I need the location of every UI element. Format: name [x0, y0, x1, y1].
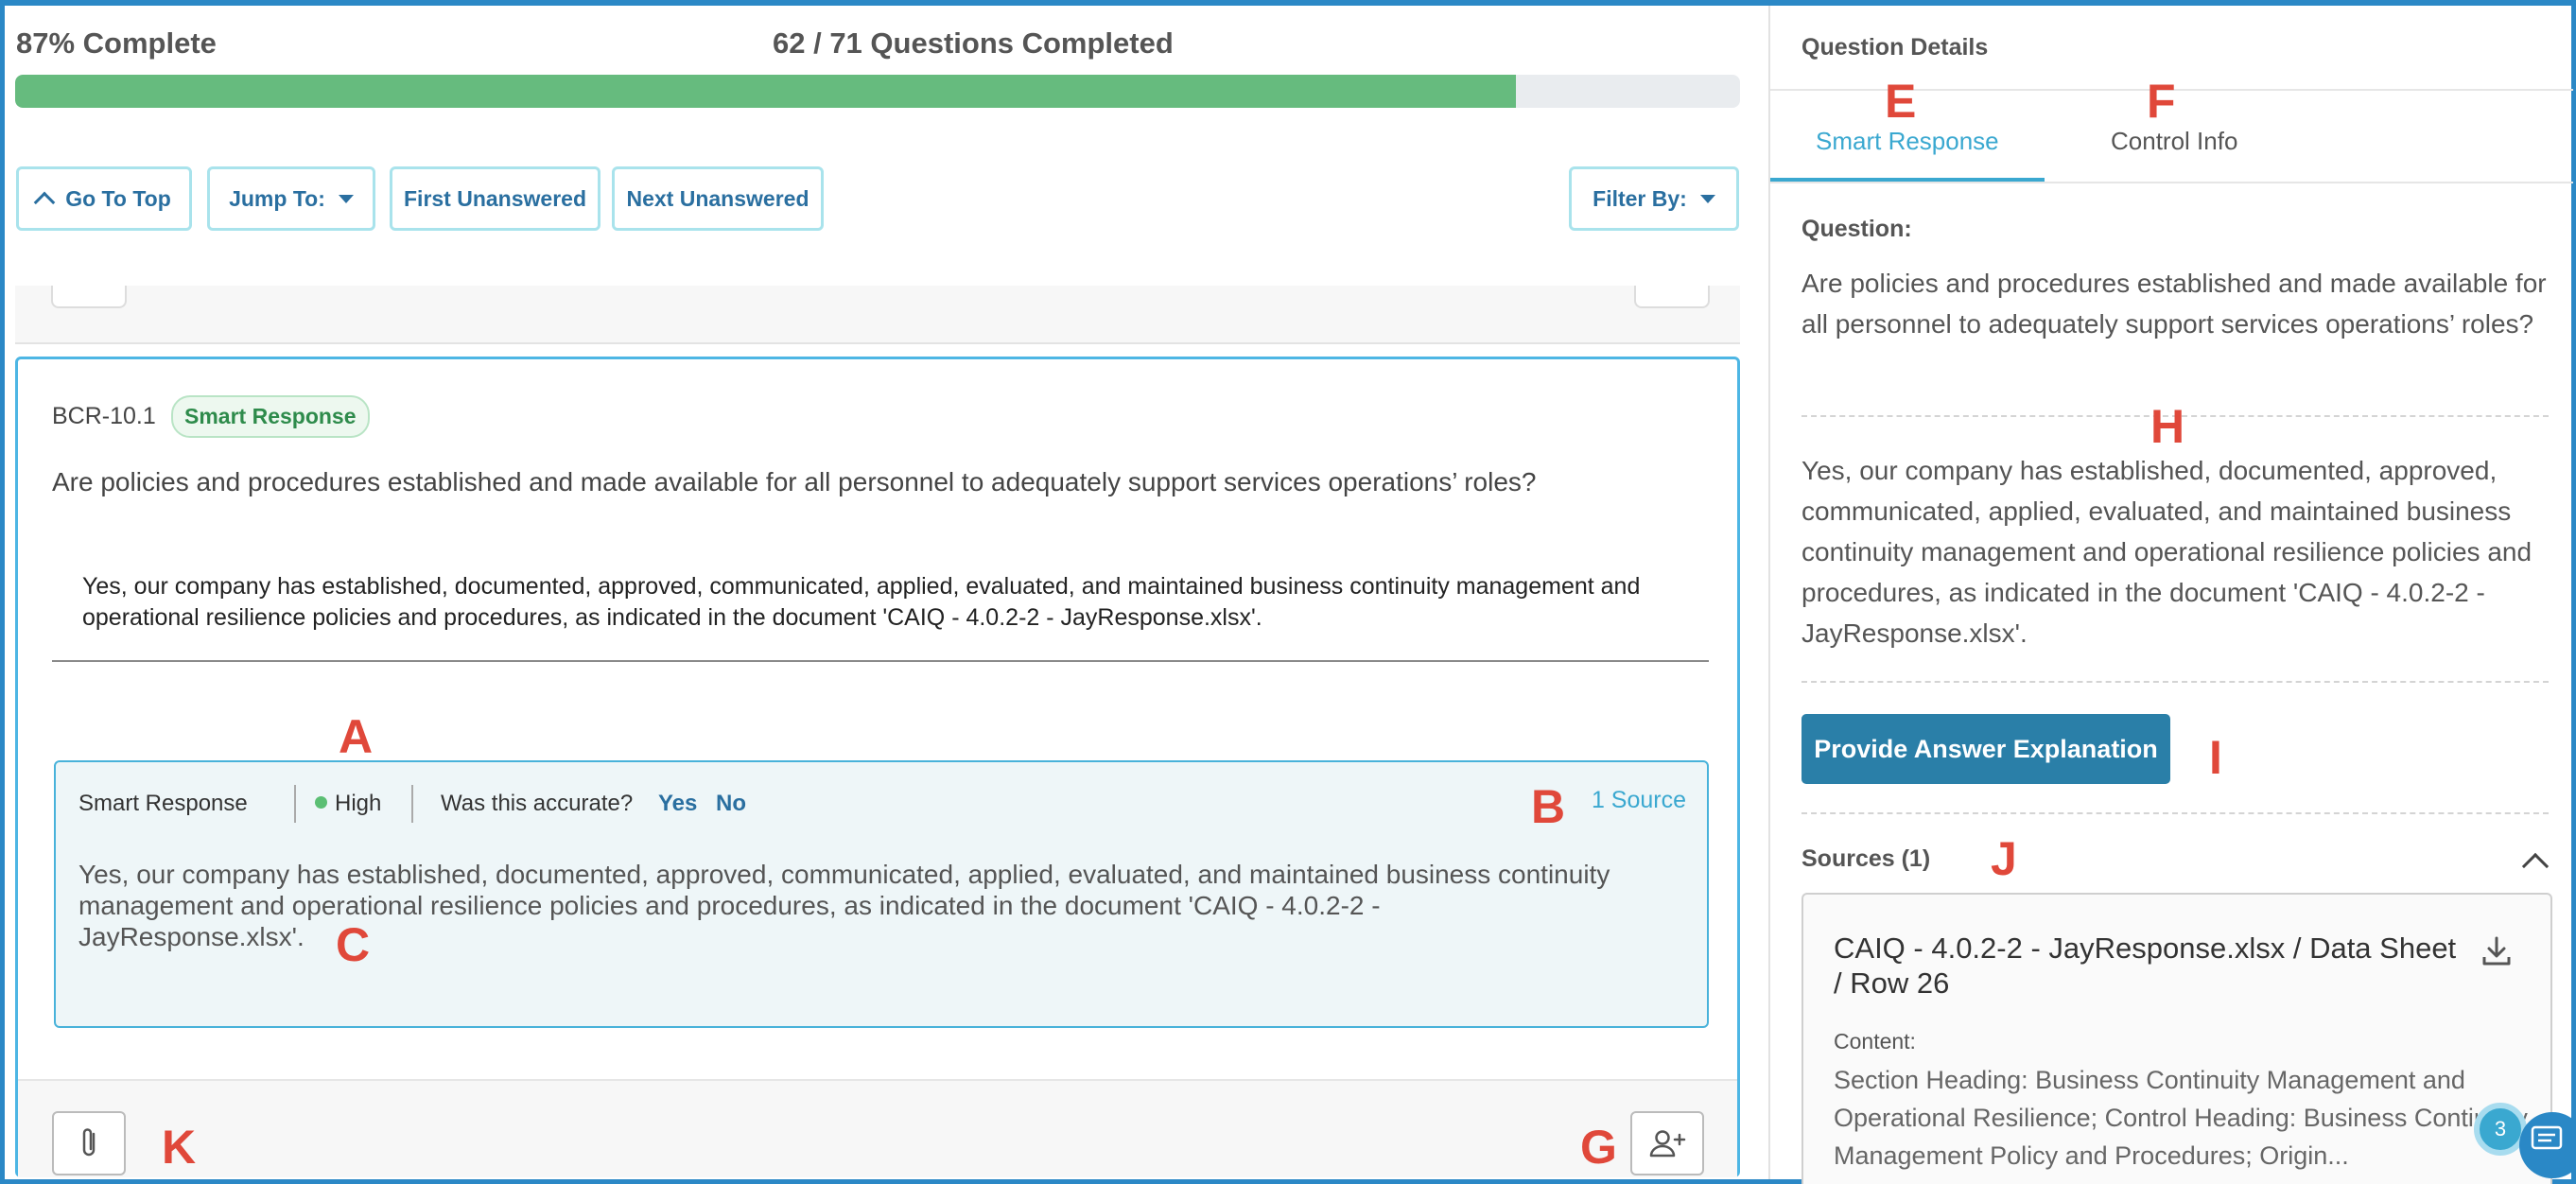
- annotation-i: I: [2209, 731, 2222, 784]
- jump-to-label: Jump To:: [229, 185, 325, 211]
- question-card[interactable]: BCR-10.1 Smart Response Are policies and…: [15, 357, 1740, 1177]
- attach-button[interactable]: [52, 1111, 126, 1175]
- sources-link[interactable]: 1 Source: [1592, 787, 1686, 814]
- next-unanswered-button[interactable]: Next Unanswered: [612, 166, 824, 231]
- previous-card-button[interactable]: [1634, 286, 1710, 308]
- accurate-yes-button[interactable]: Yes: [658, 791, 697, 817]
- question-details-pane: Question Details E F Smart Response Cont…: [1768, 6, 2573, 1184]
- previous-card-button[interactable]: [51, 286, 127, 308]
- details-question-text: Are policies and procedures established …: [1801, 269, 2547, 339]
- first-unanswered-button[interactable]: First Unanswered: [390, 166, 600, 231]
- divider: [1770, 182, 2573, 183]
- first-unanswered-label: First Unanswered: [404, 185, 586, 211]
- confidence-label: High: [335, 791, 382, 816]
- filter-by-label: Filter By:: [1593, 185, 1687, 211]
- question-id: BCR-10.1: [52, 403, 156, 429]
- questionnaire-pane: 87% Complete 62 / 71 Questions Completed…: [5, 6, 1744, 1179]
- content-label: Content:: [1834, 1029, 1916, 1053]
- annotation-c: C: [336, 918, 371, 971]
- percent-complete: 87% Complete: [16, 26, 217, 60]
- question-details-heading: Question Details: [1801, 34, 1989, 61]
- previous-question-card: [15, 286, 1740, 344]
- separator: [294, 785, 296, 823]
- annotation-a: A: [339, 710, 374, 763]
- download-icon[interactable]: [2480, 934, 2514, 968]
- source-title: CAIQ - 4.0.2-2 - JayResponse.xlsx / Data…: [1834, 932, 2457, 1000]
- sources-heading: Sources (1): [1801, 845, 1931, 872]
- card-footer: K G: [18, 1079, 1737, 1177]
- smart-response-label: Smart Response: [78, 791, 248, 816]
- annotation-g: G: [1580, 1121, 1617, 1174]
- annotation-h: H: [2150, 400, 2185, 453]
- next-unanswered-label: Next Unanswered: [626, 185, 809, 211]
- answer-text[interactable]: Yes, our company has established, docume…: [82, 571, 1709, 634]
- collapse-sources-icon[interactable]: [2521, 852, 2550, 880]
- question-text: Are policies and procedures established …: [52, 467, 1537, 496]
- dashed-divider: [1801, 681, 2549, 683]
- annotation-e: E: [1885, 75, 1917, 128]
- progress-bar-fill: [15, 75, 1516, 108]
- source-card: CAIQ - 4.0.2-2 - JayResponse.xlsx / Data…: [1801, 893, 2552, 1184]
- question-label: Question:: [1801, 216, 1912, 242]
- caret-down-icon: [1699, 194, 1715, 203]
- accurate-no-button[interactable]: No: [716, 791, 746, 817]
- paperclip-icon: [82, 1128, 96, 1157]
- tab-smart-response[interactable]: Smart Response: [1816, 127, 1999, 156]
- go-to-top-button[interactable]: Go To Top: [16, 166, 192, 231]
- smart-response-text: Yes, our company has established, docume…: [78, 860, 1610, 951]
- annotation-b: B: [1531, 780, 1566, 833]
- chat-icon: [2531, 1125, 2563, 1150]
- filter-by-dropdown[interactable]: Filter By:: [1569, 166, 1739, 231]
- provide-answer-explanation-button[interactable]: Provide Answer Explanation: [1801, 714, 2170, 784]
- confidence-indicator: High: [315, 791, 381, 817]
- jump-to-dropdown[interactable]: Jump To:: [207, 166, 375, 231]
- assign-user-button[interactable]: [1630, 1111, 1704, 1175]
- add-user-icon: [1649, 1130, 1686, 1158]
- questions-completed: 62 / 71 Questions Completed: [773, 26, 1174, 60]
- go-to-top-label: Go To Top: [65, 185, 171, 211]
- details-answer-text: Yes, our company has established, docume…: [1801, 456, 2532, 648]
- dashed-divider: [1801, 812, 2549, 814]
- accuracy-prompt: Was this accurate?: [441, 791, 634, 816]
- smart-response-badge: Smart Response: [171, 395, 370, 438]
- answer-divider: [52, 660, 1709, 662]
- annotation-f: F: [2147, 75, 2176, 128]
- caret-down-icon: [338, 194, 354, 203]
- progress-bar: [15, 75, 1740, 108]
- annotation-j: J: [1991, 832, 2017, 885]
- status-dot-icon: [315, 796, 327, 810]
- smart-response-box: Smart Response High Was this accurate? Y…: [54, 760, 1709, 1028]
- source-content: Section Heading: Business Continuity Man…: [1834, 1066, 2528, 1170]
- chevron-up-icon: [33, 191, 56, 214]
- separator: [411, 785, 413, 823]
- annotation-k: K: [162, 1121, 197, 1174]
- tab-control-info[interactable]: Control Info: [2111, 127, 2237, 156]
